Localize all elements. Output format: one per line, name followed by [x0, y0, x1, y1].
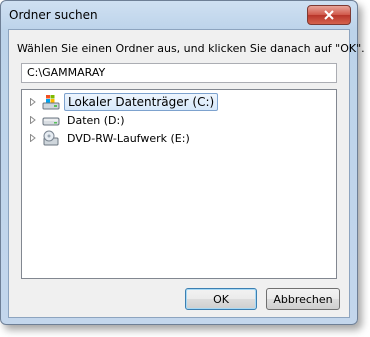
hard-drive-icon	[42, 117, 60, 126]
tree-item-local-drive-c[interactable]: Lokaler Datenträger (C:)	[22, 93, 219, 111]
tree-item-dvd-drive-e[interactable]: DVD-RW-Laufwerk (E:)	[22, 129, 193, 147]
cancel-button[interactable]: Abbrechen	[266, 288, 340, 310]
instruction-text: Wählen Sie einen Ordner aus, und klicken…	[17, 42, 365, 55]
windows-drive-icon	[42, 95, 60, 110]
close-button[interactable]	[307, 5, 351, 25]
tree-item-label: Daten (D:)	[67, 113, 125, 127]
expand-arrow-icon[interactable]	[28, 133, 38, 143]
close-icon	[324, 10, 334, 20]
dvd-drive-icon	[43, 130, 59, 146]
tree-item-label: DVD-RW-Laufwerk (E:)	[67, 131, 190, 145]
tree-item-label: Lokaler Datenträger (C:)	[64, 93, 219, 111]
tree-item-data-drive-d[interactable]: Daten (D:)	[22, 111, 128, 129]
expand-arrow-icon[interactable]	[28, 115, 38, 125]
dialog-body: Wählen Sie einen Ordner aus, und klicken…	[8, 29, 365, 318]
expand-arrow-icon[interactable]	[28, 97, 38, 107]
folder-path-field[interactable]: C:\GAMMARAY	[21, 63, 337, 83]
window-title: Ordner suchen	[9, 8, 98, 22]
ok-button[interactable]: OK	[185, 288, 257, 310]
dialog-window: Ordner suchen Wählen Sie einen Ordner au…	[0, 0, 365, 325]
folder-tree[interactable]: Lokaler Datenträger (C:) Daten (D:) DVD-…	[21, 89, 337, 279]
title-bar[interactable]: Ordner suchen	[1, 1, 357, 29]
